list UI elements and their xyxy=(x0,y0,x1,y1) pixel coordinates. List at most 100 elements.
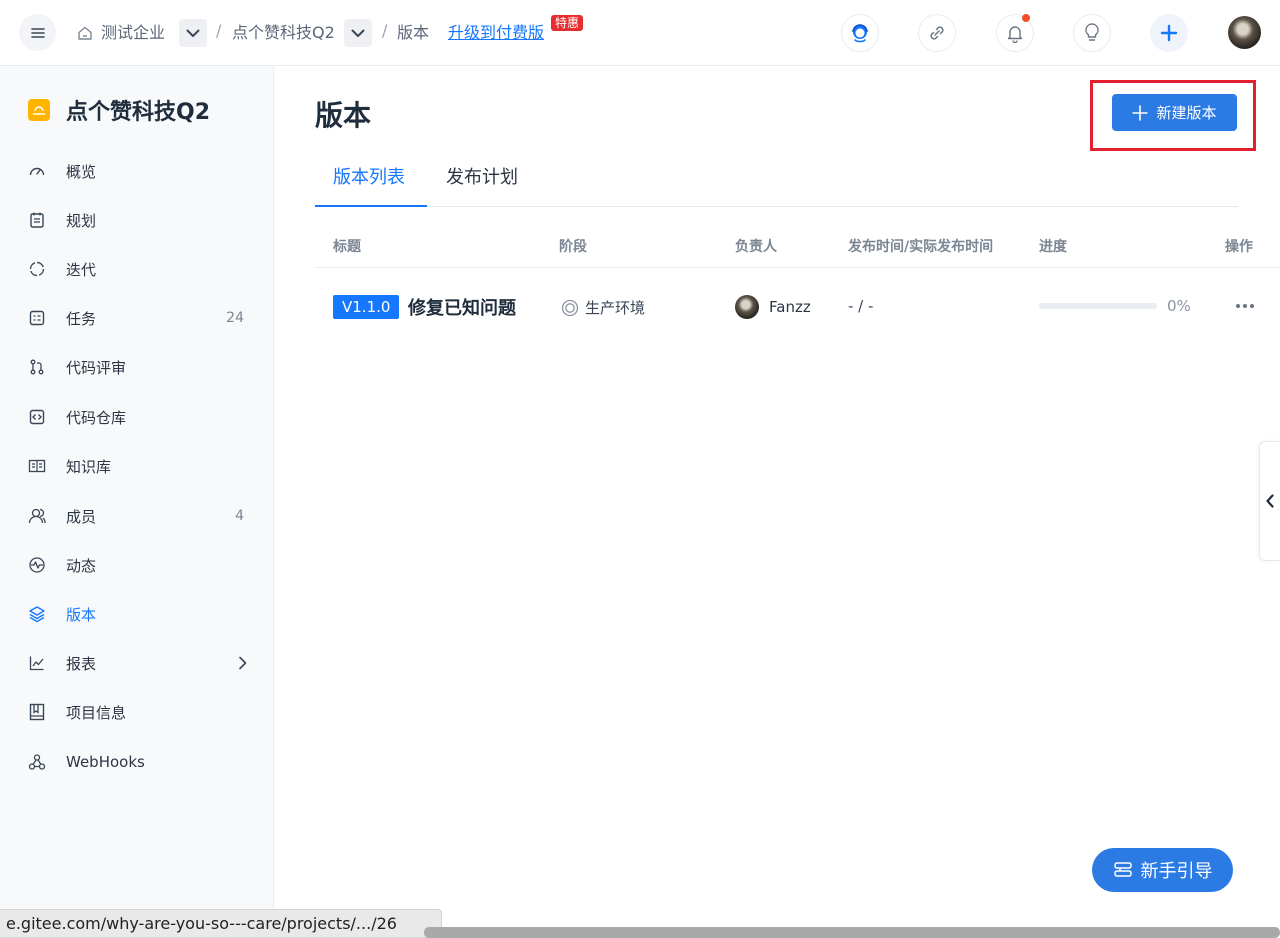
status-bar-url: e.gitee.com/why-are-you-so---care/projec… xyxy=(0,909,442,938)
sidebar-item-webhooks[interactable]: WebHooks xyxy=(0,742,274,782)
sidebar-item-project-info[interactable]: 项目信息 xyxy=(0,692,274,732)
sidebar-item-code-review[interactable]: 代码评审 xyxy=(0,347,274,387)
cycle-icon xyxy=(29,261,45,277)
sidebar-item-reports[interactable]: 报表 xyxy=(0,643,274,683)
sidebar-item-code-repo[interactable]: 代码仓库 xyxy=(0,397,274,437)
tab-release-plan[interactable]: 发布计划 xyxy=(446,163,518,189)
owner-name: Fanzz xyxy=(769,298,811,316)
guide-icon xyxy=(1113,862,1132,877)
support-agent-icon xyxy=(852,24,868,43)
sidebar-item-iteration[interactable]: 迭代 xyxy=(0,249,274,289)
sidebar-item-label: 成员 xyxy=(66,507,97,526)
sidebar-item-label: 代码仓库 xyxy=(66,408,127,427)
sidebar-item-label: 任务 xyxy=(66,309,97,328)
beginner-guide-button[interactable]: 新手引导 xyxy=(1092,848,1233,892)
column-header-actions: 操作 xyxy=(1225,239,1253,255)
breadcrumb-project[interactable]: 点个赞科技Q2 xyxy=(232,21,335,45)
chevron-down-icon xyxy=(186,29,200,37)
sidebar-item-label: 知识库 xyxy=(66,457,112,476)
member-count: 4 xyxy=(235,508,244,524)
sidebar: 点个赞科技Q2 概览 规划 迭代 任务 24 代码评审 代码仓库 知识库 成员 … xyxy=(0,66,274,938)
breadcrumb-current: 版本 xyxy=(397,23,430,42)
user-avatar[interactable] xyxy=(1228,16,1261,49)
version-owner: Fanzz xyxy=(735,295,811,319)
code-icon xyxy=(29,409,45,425)
sidebar-item-tasks[interactable]: 任务 24 xyxy=(0,298,274,338)
notification-dot xyxy=(1022,14,1030,22)
more-dot xyxy=(1236,304,1240,308)
guide-label: 新手引导 xyxy=(1140,861,1213,882)
users-icon xyxy=(28,508,46,524)
horizontal-scrollbar[interactable] xyxy=(424,927,1280,938)
breadcrumb-separator: / xyxy=(382,21,388,40)
sidebar-item-label: 报表 xyxy=(66,654,97,673)
calendar-icon xyxy=(30,212,44,228)
sidebar-item-label: 迭代 xyxy=(66,260,97,279)
sidebar-item-label: 动态 xyxy=(66,556,97,575)
sidebar-item-versions[interactable]: 版本 xyxy=(0,594,274,634)
column-header-stage: 阶段 xyxy=(559,239,587,255)
dashboard-icon xyxy=(29,167,45,176)
breadcrumb-separator: / xyxy=(216,21,222,40)
sidebar-item-overview[interactable]: 概览 xyxy=(0,151,274,191)
tips-button[interactable] xyxy=(1073,14,1111,52)
progress-label: 0% xyxy=(1167,297,1191,315)
page-title: 版本 xyxy=(315,99,372,132)
sidebar-item-label: 规划 xyxy=(66,211,97,230)
chevron-down-icon xyxy=(351,29,365,37)
highlight-box xyxy=(1090,80,1256,151)
sidebar-item-label: 代码评审 xyxy=(66,358,127,377)
side-panel-toggle[interactable] xyxy=(1259,441,1280,561)
enterprise-dropdown[interactable] xyxy=(179,19,207,47)
sidebar-item-activity[interactable]: 动态 xyxy=(0,545,274,585)
bell-icon xyxy=(1007,26,1023,43)
sidebar-item-label: 项目信息 xyxy=(66,703,127,722)
task-count: 24 xyxy=(226,310,244,326)
task-icon xyxy=(29,310,45,326)
hamburger-icon xyxy=(30,27,45,38)
breadcrumb-enterprise[interactable]: 测试企业 xyxy=(77,21,165,45)
book-open-icon xyxy=(28,459,46,473)
project-dropdown[interactable] xyxy=(344,19,372,47)
project-logo-icon xyxy=(28,99,50,121)
sidebar-item-label: 概览 xyxy=(66,162,97,181)
tab-bar: 版本列表 发布计划 xyxy=(315,150,1238,207)
progress-bar xyxy=(1039,303,1157,309)
home-icon xyxy=(78,26,92,40)
tab-version-list[interactable]: 版本列表 xyxy=(333,163,405,189)
version-tag: V1.1.0 xyxy=(333,295,400,319)
lightbulb-icon xyxy=(1085,23,1099,41)
more-dot xyxy=(1243,304,1247,308)
column-header-title: 标题 xyxy=(333,239,361,255)
upgrade-link[interactable]: 升级到付费版 xyxy=(448,21,544,45)
breadcrumb-enterprise-label: 测试企业 xyxy=(101,23,166,42)
tab-active-indicator xyxy=(315,205,427,207)
sidebar-item-knowledge[interactable]: 知识库 xyxy=(0,446,274,486)
menu-button[interactable] xyxy=(19,14,56,51)
stage-icon xyxy=(561,299,579,316)
sidebar-item-planning[interactable]: 规划 xyxy=(0,200,274,240)
top-bar: 测试企业 / 点个赞科技Q2 / 版本 升级到付费版 特惠 xyxy=(0,0,1280,66)
more-dot xyxy=(1250,304,1254,308)
stage-label: 生产环境 xyxy=(585,299,646,317)
chart-icon xyxy=(29,656,44,671)
pull-request-icon xyxy=(30,359,44,375)
hot-badge: 特惠 xyxy=(551,15,584,31)
publish-time: - / - xyxy=(848,297,874,315)
link-button[interactable] xyxy=(918,14,956,52)
sidebar-item-label: 版本 xyxy=(66,605,97,624)
more-actions-button[interactable] xyxy=(1236,304,1254,308)
sidebar-item-members[interactable]: 成员 4 xyxy=(0,496,274,536)
create-button[interactable] xyxy=(1150,14,1188,52)
plus-icon xyxy=(1160,24,1178,42)
chevron-right-icon xyxy=(239,656,247,670)
chevron-left-icon xyxy=(1266,494,1274,508)
webhook-icon xyxy=(28,754,46,770)
version-title[interactable]: 修复已知问题 xyxy=(408,294,516,320)
project-name: 点个赞科技Q2 xyxy=(66,100,211,125)
version-stage: 生产环境 xyxy=(561,297,645,318)
customer-service-button[interactable] xyxy=(841,14,879,52)
activity-icon xyxy=(29,557,45,573)
link-icon xyxy=(930,26,944,40)
column-header-owner: 负责人 xyxy=(735,239,777,255)
